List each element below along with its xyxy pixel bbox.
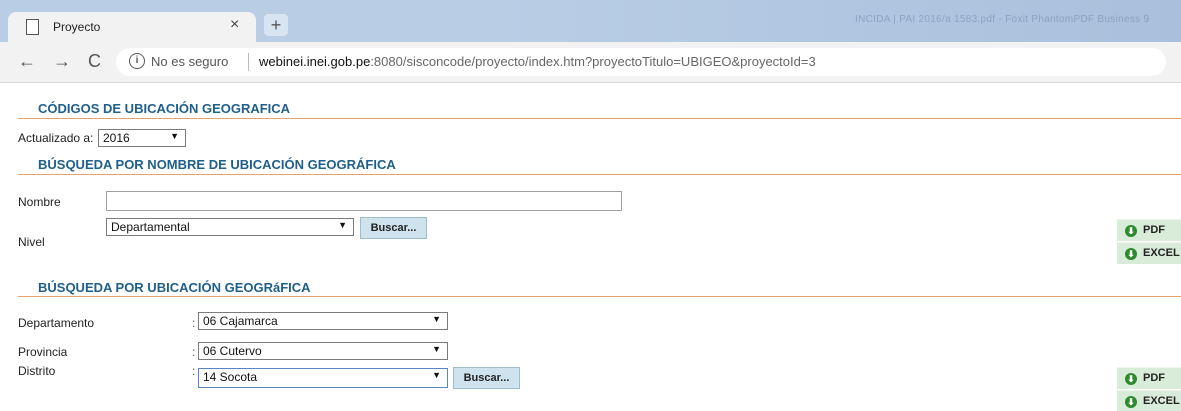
address-bar: ← → C i No es seguro webinei.inei.gob.pe… xyxy=(0,42,1181,83)
chevron-down-icon: ▼ xyxy=(432,370,441,380)
security-status[interactable]: No es seguro xyxy=(151,54,228,69)
download-icon: ⬇ xyxy=(1125,396,1137,408)
download-icon: ⬇ xyxy=(1125,248,1137,260)
level-select-value: Departamental xyxy=(111,220,190,234)
page-icon xyxy=(26,19,39,35)
name-label: Nombre xyxy=(18,195,61,209)
reload-icon[interactable]: C xyxy=(88,51,101,72)
tab-title: Proyecto xyxy=(53,20,101,34)
section-divider xyxy=(18,296,1181,297)
pdf-export-button[interactable]: ⬇ PDF xyxy=(1117,219,1181,241)
url-path: :8080/sisconcode/proyecto/index.htm?proy… xyxy=(370,54,816,69)
search-by-name-button[interactable]: Buscar... xyxy=(360,217,427,239)
province-select-value: 06 Cutervo xyxy=(203,344,262,358)
excel-label: EXCEL xyxy=(1143,247,1180,259)
district-label: Distrito xyxy=(18,364,56,378)
district-select-value: 14 Socota xyxy=(203,370,258,384)
updated-label: Actualizado a: xyxy=(18,131,94,145)
department-colon: : xyxy=(192,316,196,330)
province-select[interactable]: 06 Cutervo ▼ xyxy=(198,342,448,360)
url-text[interactable]: webinei.inei.gob.pe:8080/sisconcode/proy… xyxy=(259,54,816,69)
info-icon[interactable]: i xyxy=(129,53,145,69)
url-host: webinei.inei.gob.pe xyxy=(259,54,371,69)
chevron-down-icon: ▼ xyxy=(432,314,441,324)
province-colon: : xyxy=(192,345,196,359)
pdf-label: PDF xyxy=(1143,372,1165,384)
browser-tab[interactable]: Proyecto × xyxy=(8,12,256,42)
year-select[interactable]: 2016 ▼ xyxy=(98,129,186,147)
level-label: Nivel xyxy=(18,235,45,249)
url-field[interactable]: i No es seguro webinei.inei.gob.pe:8080/… xyxy=(116,48,1166,76)
department-select[interactable]: 06 Cajamarca ▼ xyxy=(198,312,448,330)
new-tab-button[interactable]: + xyxy=(264,14,288,36)
excel-export-button[interactable]: ⬇ EXCEL xyxy=(1117,390,1181,411)
excel-label: EXCEL xyxy=(1143,395,1180,407)
back-icon[interactable]: ← xyxy=(18,51,36,72)
window-title: INCIDA | PAI 2016/a 1583.pdf - Foxit Pha… xyxy=(855,14,1150,25)
level-select[interactable]: Departamental ▼ xyxy=(106,218,354,236)
search-by-location-button[interactable]: Buscar... xyxy=(453,367,520,389)
search-by-location-title: BÚSQUEDA POR UBICACIÓN GEOGRáFICA xyxy=(38,280,311,295)
page-title: CÓDIGOS DE UBICACIÓN GEOGRAFICA xyxy=(38,101,291,116)
chevron-down-icon: ▼ xyxy=(170,131,179,141)
excel-export-button[interactable]: ⬇ EXCEL xyxy=(1117,242,1181,264)
download-icon: ⬇ xyxy=(1125,373,1137,385)
chevron-down-icon: ▼ xyxy=(432,344,441,354)
url-separator xyxy=(248,53,249,71)
section-divider xyxy=(18,118,1181,119)
section-divider xyxy=(18,174,1181,175)
forward-icon[interactable]: → xyxy=(53,51,71,72)
download-icon: ⬇ xyxy=(1125,225,1137,237)
chevron-down-icon: ▼ xyxy=(338,220,347,230)
district-select[interactable]: 14 Socota ▼ xyxy=(198,368,448,388)
name-input[interactable] xyxy=(106,191,622,211)
close-tab-icon[interactable]: × xyxy=(230,16,239,34)
department-select-value: 06 Cajamarca xyxy=(203,314,278,328)
pdf-label: PDF xyxy=(1143,224,1165,236)
year-select-value: 2016 xyxy=(103,131,130,145)
pdf-export-button[interactable]: ⬇ PDF xyxy=(1117,367,1181,389)
search-by-name-title: BÚSQUEDA POR NOMBRE DE UBICACIÓN GEOGRÁF… xyxy=(38,157,396,172)
district-colon: : xyxy=(192,364,196,378)
province-label: Provincia xyxy=(18,345,68,359)
department-label: Departamento xyxy=(18,316,95,330)
